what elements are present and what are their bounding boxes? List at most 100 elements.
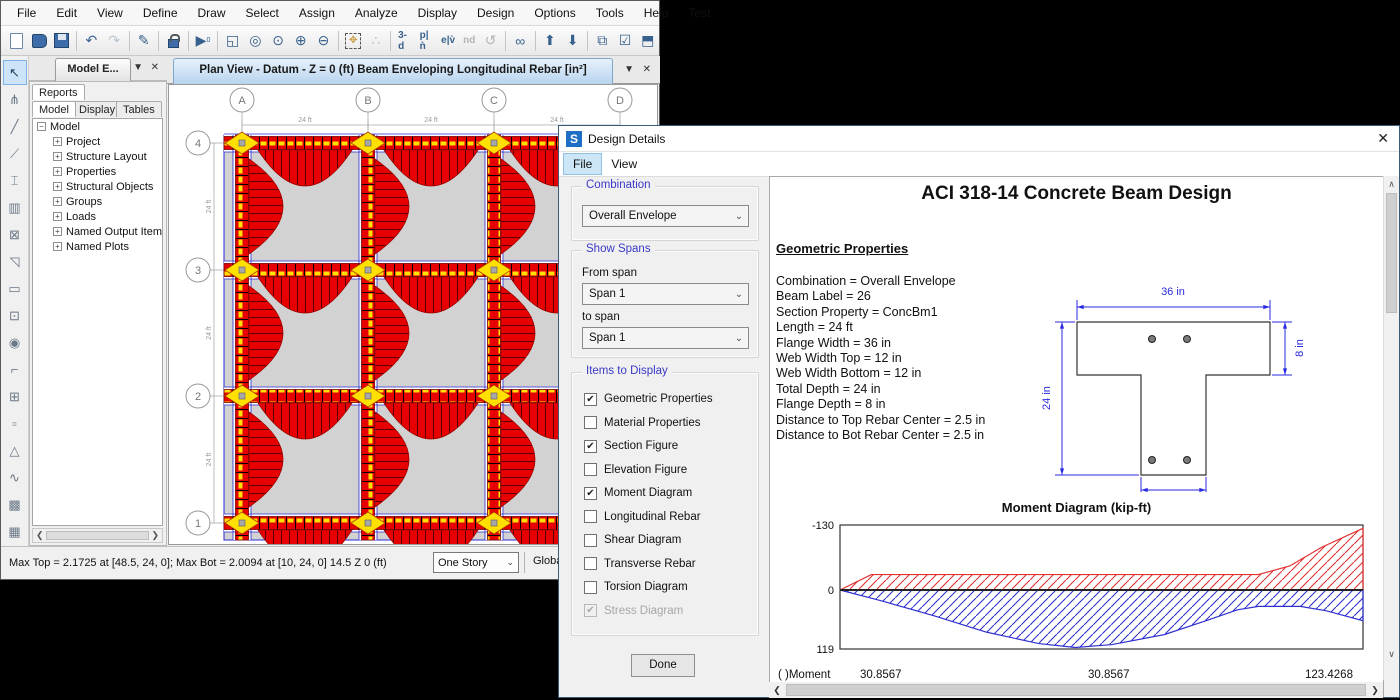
expand-icon[interactable]: + [53,197,62,206]
tree-item-named-output-items[interactable]: +Named Output Items [33,224,162,239]
draw-window-icon[interactable]: ▫ [3,411,27,436]
draw-dimension-icon[interactable]: ∿ [3,465,27,490]
scroll-up-icon[interactable]: ∧ [1384,176,1399,192]
view-plan-icon[interactable]: p|ǹ [417,29,437,53]
new-model-icon[interactable] [6,29,27,53]
expand-icon[interactable]: + [53,167,62,176]
menu-define[interactable]: Define [133,3,188,23]
to-span-select[interactable]: Span 1⌄ [582,327,749,349]
draw-frame-icon[interactable]: ⟋ [3,141,27,166]
panel-dropdown-icon[interactable]: ▼ [133,62,143,73]
model-explorer-tab[interactable]: Model E... [55,58,131,81]
menu-test[interactable]: Test [678,3,720,23]
extrude-view-icon[interactable]: ⬒ [637,29,658,53]
collapse-icon[interactable]: − [37,122,46,131]
dialog-titlebar[interactable]: S Design Details ✕ [559,126,1399,152]
reshape-icon[interactable]: ⋔ [3,87,27,112]
scroll-right-icon[interactable]: ❯ [1367,685,1383,696]
checkbox-icon[interactable] [584,510,597,523]
zoom-in-icon[interactable]: ⊕ [290,29,311,53]
redo-icon[interactable]: ↷ [104,29,125,53]
dialog-menu-view[interactable]: View [602,154,646,174]
draw-braces-icon[interactable]: ▥ [3,195,27,220]
checkbox-icon[interactable] [584,581,597,594]
explorer-horizontal-scrollbar[interactable]: ❮ ❯ [32,528,163,543]
quick-wall-icon[interactable]: ⊞ [3,384,27,409]
scroll-thumb[interactable] [46,531,150,540]
scroll-thumb[interactable] [786,684,1366,696]
menu-display[interactable]: Display [408,3,467,23]
zoom-previous-icon[interactable]: ⊙ [268,29,289,53]
snap-grid-icon[interactable]: ▩ [3,492,27,517]
checkbox-shear-diagram[interactable]: Shear Diagram [584,532,681,548]
walkthrough-icon[interactable]: ∴ [366,29,387,53]
plan-dropdown-icon[interactable]: ▼ [624,64,634,75]
view-elevation-icon[interactable]: e|v̀ [438,29,458,53]
menu-select[interactable]: Select [236,3,289,23]
dialog-menu-file[interactable]: File [563,153,602,175]
save-icon[interactable] [51,29,72,53]
pan-icon[interactable]: ✥ [343,29,364,53]
checkbox-icon[interactable] [584,534,597,547]
checkbox-icon[interactable]: ✔ [584,393,597,406]
checkbox-icon[interactable] [584,557,597,570]
expand-icon[interactable]: + [53,152,62,161]
tree-item-named-plots[interactable]: +Named Plots [33,239,162,254]
checkbox-moment-diagram[interactable]: ✔Moment Diagram [584,485,692,501]
checkbox-longitudinal-rebar[interactable]: Longitudinal Rebar [584,509,701,525]
checkbox-transverse-rebar[interactable]: Transverse Rebar [584,556,696,572]
tab-reports[interactable]: Reports [32,84,85,100]
tab-model[interactable]: Model [32,101,76,117]
undo-icon[interactable]: ↶ [81,29,102,53]
menu-options[interactable]: Options [524,3,585,23]
view-nd-icon[interactable]: nd [460,29,478,53]
tree-item-structure-layout[interactable]: +Structure Layout [33,149,162,164]
select-all-icon[interactable]: ☑ [615,29,636,53]
expand-icon[interactable]: + [53,137,62,146]
expand-icon[interactable]: + [53,242,62,251]
plan-close-icon[interactable]: ✕ [643,64,651,75]
tree-item-model[interactable]: −Model [33,119,162,134]
scroll-down-icon[interactable]: ∨ [1384,646,1399,662]
move-up-level-icon[interactable]: ⬆ [540,29,561,53]
expand-icon[interactable]: + [53,182,62,191]
draw-ramp-icon[interactable]: △ [3,438,27,463]
checkbox-section-figure[interactable]: ✔Section Figure [584,438,678,454]
from-span-select[interactable]: Span 1⌄ [582,283,749,305]
done-button[interactable]: Done [631,654,695,677]
run-analysis-icon[interactable]: ▶0 [193,29,214,53]
checkbox-icon[interactable]: ✔ [584,440,597,453]
quick-area-icon[interactable]: ⊡ [3,303,27,328]
rotate-view-icon[interactable]: ↺ [480,29,501,53]
draw-area-icon[interactable]: ◹ [3,249,27,274]
combination-select[interactable]: Overall Envelope⌄ [582,205,749,227]
draw-wall-icon[interactable]: ⌐ [3,357,27,382]
tree-item-structural-objects[interactable]: +Structural Objects [33,179,162,194]
preview-horizontal-scrollbar[interactable]: ❮ ❯ [769,682,1383,698]
tree-item-loads[interactable]: +Loads [33,209,162,224]
checkbox-icon[interactable] [584,416,597,429]
menu-edit[interactable]: Edit [46,3,87,23]
perspective-glasses-icon[interactable]: ∞ [510,29,531,53]
checkbox-geometric-properties[interactable]: ✔Geometric Properties [584,391,713,407]
quick-frame-icon[interactable]: ⌶ [3,168,27,193]
menu-view[interactable]: View [87,3,133,23]
scroll-thumb[interactable] [1386,193,1397,313]
checkbox-torsion-diagram[interactable]: Torsion Diagram [584,579,688,595]
draw-rect-area-icon[interactable]: ▭ [3,276,27,301]
tree-item-project[interactable]: +Project [33,134,162,149]
menu-analyze[interactable]: Analyze [345,3,408,23]
checkbox-material-properties[interactable]: Material Properties [584,415,701,431]
object-shrink-icon[interactable]: ⧉ [592,29,613,53]
move-down-level-icon[interactable]: ⬇ [562,29,583,53]
menu-tools[interactable]: Tools [586,3,634,23]
story-selector[interactable]: One Story⌄ [433,552,519,573]
menu-draw[interactable]: Draw [188,3,236,23]
scroll-left-icon[interactable]: ❮ [769,685,785,696]
plan-view-tab[interactable]: Plan View - Datum - Z = 0 (ft) Beam Enve… [173,58,613,84]
zoom-out-icon[interactable]: ⊖ [313,29,334,53]
scroll-left-icon[interactable]: ❮ [33,530,44,541]
menu-design[interactable]: Design [467,3,524,23]
scroll-right-icon[interactable]: ❯ [151,530,162,541]
select-pointer-icon[interactable]: ↖ [3,60,27,85]
